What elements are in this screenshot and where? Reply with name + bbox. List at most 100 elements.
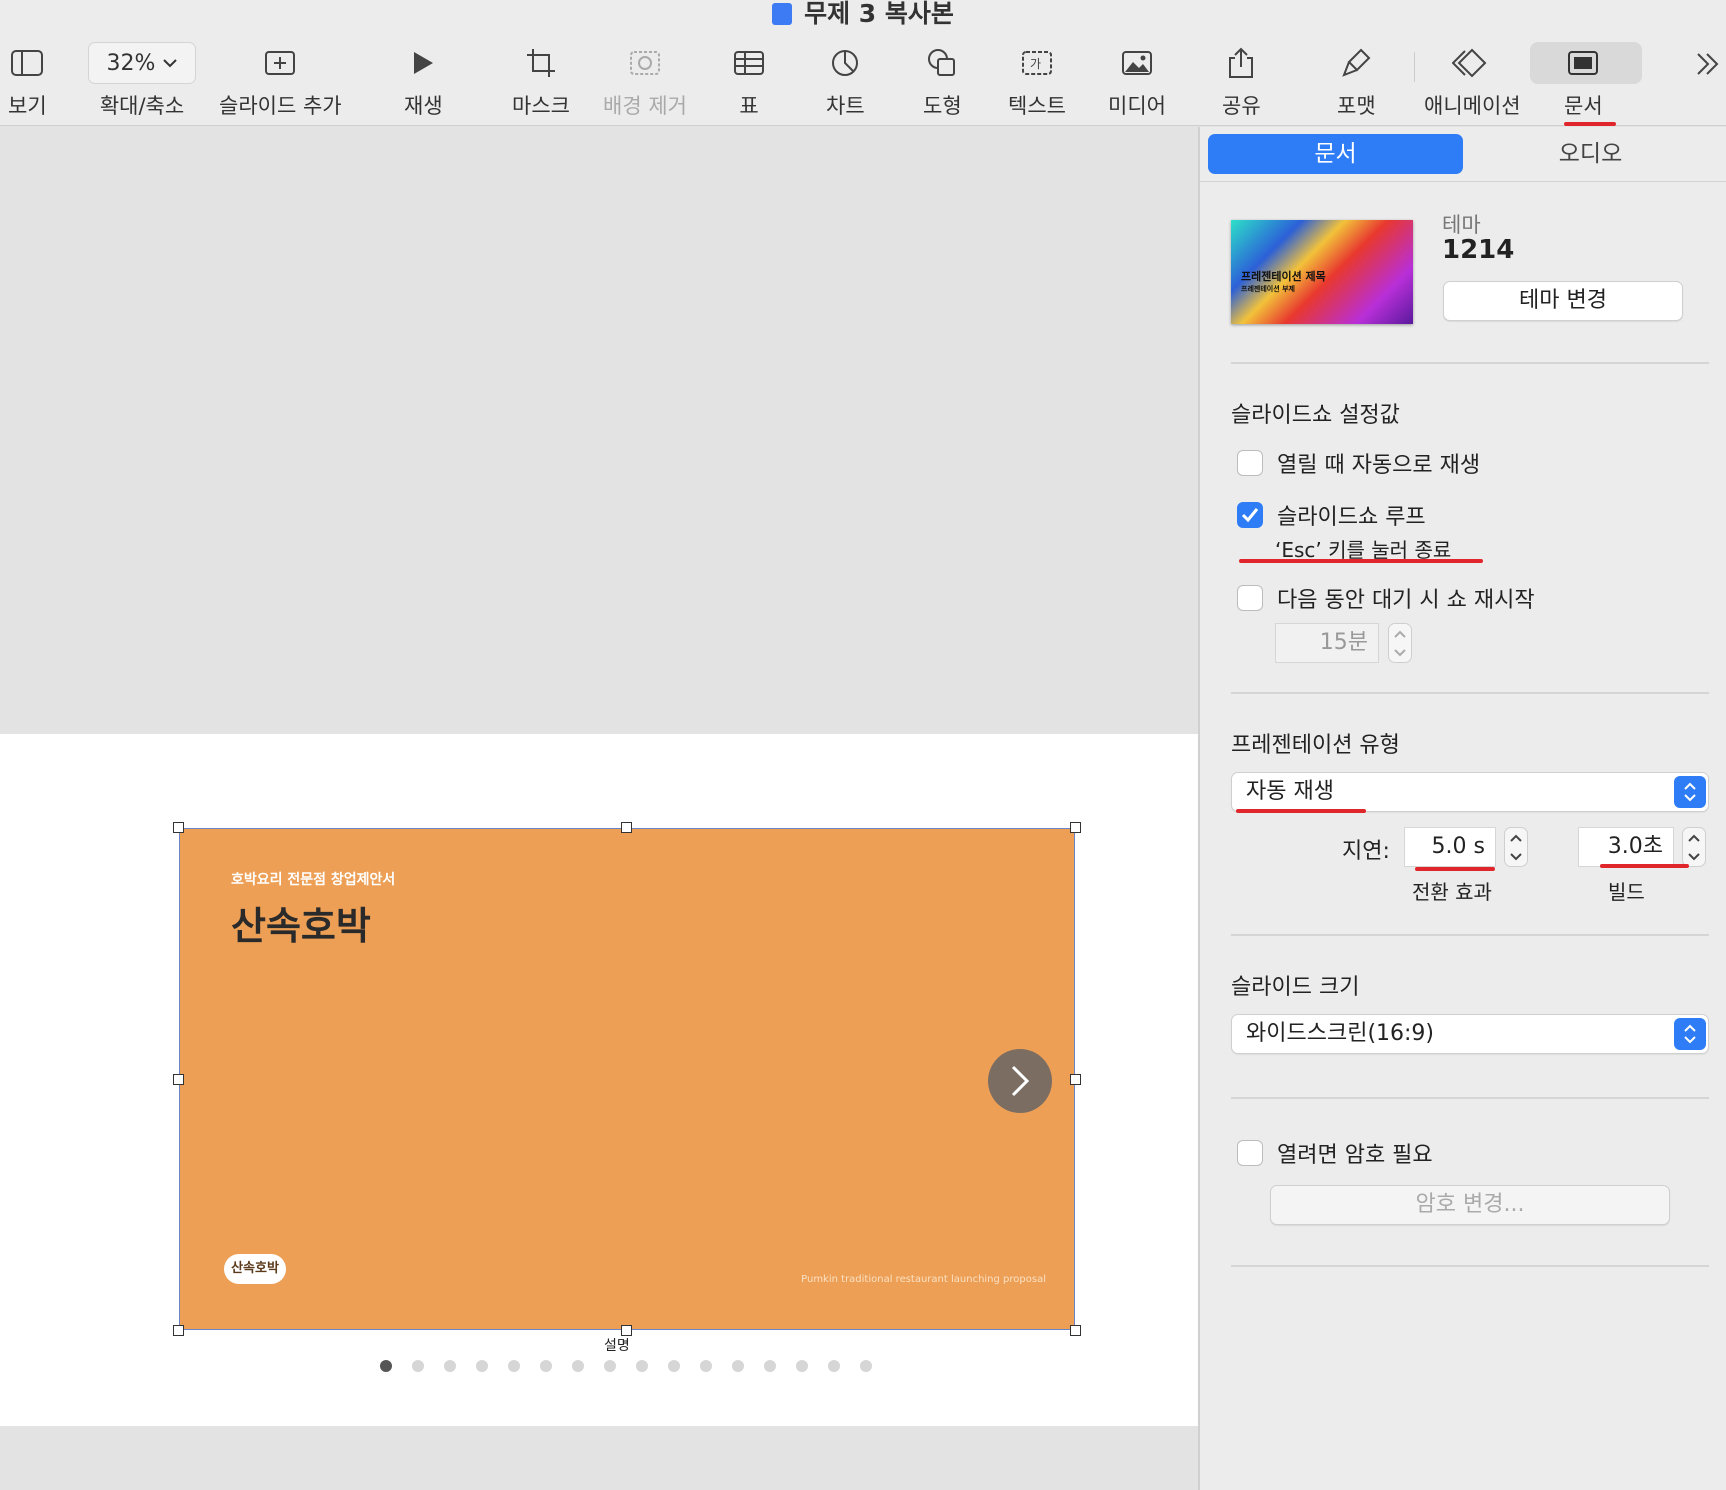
tab-audio[interactable]: 오디오 [1463, 134, 1718, 174]
view-button[interactable]: 보기 [8, 40, 47, 120]
keynote-window: 무제 3 복사본 보기 32% 확대/축소 슬라이드 추가 재생 마스크 배경 … [0, 0, 1726, 1490]
restart-idle-row[interactable]: 다음 동안 대기 시 쇼 재시작 [1237, 582, 1535, 614]
play-button[interactable]: 재생 [404, 40, 443, 120]
slideshow-settings-title: 슬라이드쇼 설정값 [1231, 403, 1400, 428]
pagination-dot[interactable] [636, 1360, 648, 1372]
animate-button[interactable]: 애니메이션 [1424, 40, 1521, 120]
pagination-dot[interactable] [764, 1360, 776, 1372]
resize-handle-bottom-left[interactable] [173, 1325, 184, 1336]
media-button[interactable]: 미디어 [1108, 40, 1166, 120]
add-slide-button[interactable]: 슬라이드 추가 [219, 40, 342, 120]
transition-effect-label: 전환 효과 [1412, 880, 1492, 904]
share-button[interactable]: 공유 [1222, 40, 1261, 120]
transition-delay-stepper[interactable] [1504, 827, 1528, 867]
slide-size-value: 와이드스크린(16:9) [1246, 1021, 1435, 1046]
zoom-control[interactable]: 32% 확대/축소 [88, 40, 196, 120]
theme-thumbnail-title: 프레젠테이션 제목 [1241, 270, 1326, 283]
pagination-dot[interactable] [828, 1360, 840, 1372]
pagination-dot[interactable] [732, 1360, 744, 1372]
resize-handle-bottom-right[interactable] [1070, 1325, 1081, 1336]
require-password-checkbox[interactable] [1237, 1140, 1263, 1166]
tab-document[interactable]: 문서 [1208, 134, 1463, 174]
chevron-down-icon [1688, 852, 1700, 860]
resize-handle-left[interactable] [173, 1074, 184, 1085]
loop-slideshow-row[interactable]: 슬라이드쇼 루프 [1237, 499, 1426, 531]
build-delay-stepper[interactable] [1682, 827, 1706, 867]
autoplay-on-open-label: 열릴 때 자동으로 재생 [1277, 453, 1481, 478]
toolbar-separator [1414, 52, 1415, 82]
pagination-dot[interactable] [476, 1360, 488, 1372]
table-button[interactable]: 표 [733, 40, 765, 120]
resize-handle-right[interactable] [1070, 1074, 1081, 1085]
delay-label: 지연: [1342, 839, 1390, 864]
shape-icon [928, 49, 956, 76]
resize-handle-top[interactable] [621, 822, 632, 833]
pagination-dot[interactable] [572, 1360, 584, 1372]
text-label: 텍스트 [1008, 94, 1066, 118]
text-button[interactable]: 가 텍스트 [1008, 40, 1066, 120]
pagination-dot[interactable] [668, 1360, 680, 1372]
svg-text:가: 가 [1030, 57, 1041, 71]
pagination-dot[interactable] [380, 1360, 392, 1372]
slide-logo: 산속호박 [224, 1254, 286, 1284]
resize-handle-top-right[interactable] [1070, 822, 1081, 833]
next-slide-button[interactable] [988, 1049, 1052, 1113]
autoplay-on-open-checkbox[interactable] [1237, 450, 1263, 476]
share-label: 공유 [1222, 94, 1261, 118]
pagination-dot[interactable] [796, 1360, 808, 1372]
annotation-underline-document [1564, 122, 1616, 126]
more-toolbar-button[interactable] [1694, 50, 1722, 82]
document-button[interactable]: 문서 [1564, 40, 1603, 120]
pagination-dot[interactable] [508, 1360, 520, 1372]
pagination-dot[interactable] [700, 1360, 712, 1372]
pagination-dot[interactable] [540, 1360, 552, 1372]
tabs-separator [1200, 181, 1726, 182]
transition-delay-field[interactable]: 5.0 s [1404, 827, 1496, 867]
canvas-background-bottom [0, 1426, 1198, 1490]
slide-title: 산속호박 [231, 904, 371, 948]
remove-background-button[interactable]: 배경 제거 [603, 40, 687, 120]
pagination-dot[interactable] [412, 1360, 424, 1372]
build-delay-field[interactable]: 3.0초 [1578, 827, 1674, 867]
loop-slideshow-checkbox[interactable] [1237, 502, 1263, 528]
annotation-underline-transition [1415, 867, 1495, 871]
section-separator [1231, 1265, 1709, 1267]
change-password-button[interactable]: 암호 변경... [1270, 1185, 1670, 1225]
add-slide-label: 슬라이드 추가 [219, 94, 342, 118]
change-theme-button[interactable]: 테마 변경 [1443, 281, 1683, 321]
selected-slide[interactable]: 호박요리 전문점 창업제안서 산속호박 산속호박 Pumkin traditio… [179, 828, 1075, 1330]
loop-slideshow-label: 슬라이드쇼 루프 [1277, 505, 1426, 530]
slide-subtitle: 호박요리 전문점 창업제안서 [231, 872, 396, 888]
caption-label[interactable]: 설명 [604, 1335, 630, 1355]
add-slide-icon [265, 51, 296, 75]
remove-background-icon [629, 51, 660, 75]
popup-arrows-icon [1674, 776, 1706, 808]
sidebar-icon [11, 50, 44, 76]
shape-button[interactable]: 도형 [923, 40, 962, 120]
chart-button[interactable]: 차트 [826, 40, 865, 120]
chevron-down-icon [1510, 852, 1522, 860]
require-password-row[interactable]: 열려면 암호 필요 [1237, 1137, 1433, 1169]
paintbrush-icon [1342, 48, 1371, 77]
format-button[interactable]: 포맷 [1337, 40, 1376, 120]
resize-handle-top-left[interactable] [173, 822, 184, 833]
presentation-type-popup[interactable]: 자동 재생 [1231, 772, 1709, 812]
annotation-underline-autoplay [1236, 809, 1366, 813]
zoom-dropdown[interactable]: 32% [88, 42, 196, 84]
mask-button[interactable]: 마스크 [512, 40, 570, 120]
pagination-dot[interactable] [860, 1360, 872, 1372]
idle-duration-stepper[interactable] [1388, 623, 1412, 663]
section-separator [1231, 1097, 1709, 1099]
pagination-dot[interactable] [604, 1360, 616, 1372]
slide-size-popup[interactable]: 와이드스크린(16:9) [1231, 1014, 1709, 1054]
animate-label: 애니메이션 [1424, 94, 1521, 118]
restart-idle-checkbox[interactable] [1237, 585, 1263, 611]
pagination-dot[interactable] [444, 1360, 456, 1372]
autoplay-on-open-row[interactable]: 열릴 때 자동으로 재생 [1237, 447, 1480, 479]
chevron-up-icon [1394, 630, 1406, 638]
chart-label: 차트 [826, 94, 865, 118]
chevron-up-icon [1510, 834, 1522, 842]
share-icon [1229, 47, 1254, 78]
idle-duration-field[interactable]: 15분 [1275, 623, 1379, 663]
crop-icon [526, 49, 555, 77]
